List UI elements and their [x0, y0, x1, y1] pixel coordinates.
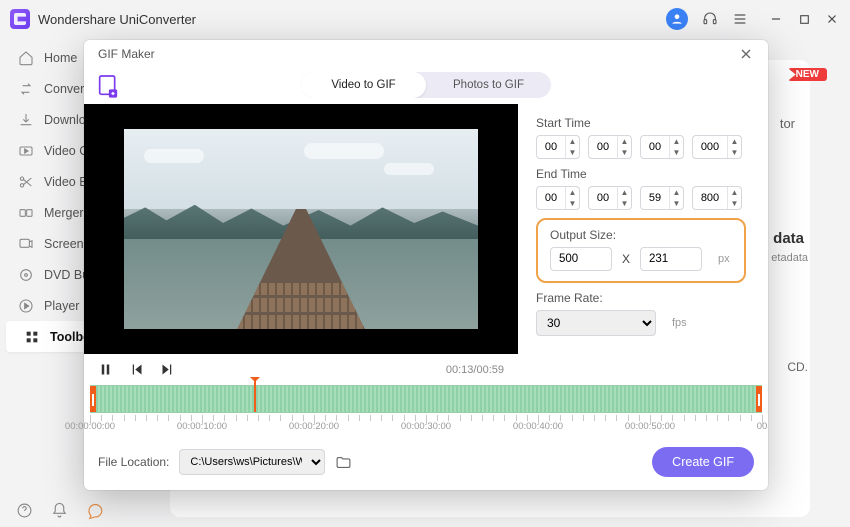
- chevron-up-icon: ▲: [569, 136, 577, 147]
- fps-label: fps: [672, 317, 687, 329]
- next-frame-button[interactable]: [160, 362, 175, 377]
- peek-text: CD.: [787, 360, 808, 374]
- compress-icon: [18, 143, 34, 159]
- timeline-track[interactable]: [90, 385, 762, 413]
- close-button[interactable]: [824, 11, 840, 27]
- timeline: 00:00:00:0000:00:10:0000:00:20:0000:00:3…: [84, 385, 768, 437]
- trim-start-handle[interactable]: [90, 386, 96, 412]
- end-ms-stepper[interactable]: ▲▼: [692, 186, 742, 210]
- minimize-button[interactable]: [768, 11, 784, 27]
- app-title: Wondershare UniConverter: [38, 12, 196, 27]
- title-bar: Wondershare UniConverter: [0, 0, 850, 38]
- merge-icon: [18, 205, 34, 221]
- time-display: 00:13/00:59: [446, 364, 504, 376]
- help-icon[interactable]: [16, 502, 33, 520]
- end-hh-stepper[interactable]: ▲▼: [536, 186, 580, 210]
- toolbox-icon: [24, 329, 40, 345]
- disc-icon: [18, 267, 34, 283]
- gif-icon: [98, 74, 118, 96]
- frame-rate-select[interactable]: 30: [536, 310, 656, 336]
- create-gif-button[interactable]: Create GIF: [652, 447, 754, 477]
- download-icon: [18, 112, 34, 128]
- play-icon: [18, 298, 34, 314]
- start-mm-stepper[interactable]: ▲▼: [588, 135, 632, 159]
- peek-text: etadata: [771, 252, 808, 264]
- start-ms-stepper[interactable]: ▲▼: [692, 135, 742, 159]
- frame-rate-label: Frame Rate:: [536, 291, 746, 305]
- trim-end-handle[interactable]: [756, 386, 762, 412]
- output-size-label: Output Size:: [550, 228, 732, 242]
- feedback-icon[interactable]: [86, 502, 104, 520]
- tab-photos-to-gif[interactable]: Photos to GIF: [426, 72, 551, 98]
- recorder-icon: [18, 236, 34, 252]
- sidebar-item-label: Home: [44, 51, 77, 65]
- output-size-group: Output Size: X px: [536, 218, 746, 283]
- px-label: px: [718, 253, 730, 265]
- dialog-footer: File Location: C:\Users\ws\Pictures\Wond…: [84, 437, 768, 477]
- sidebar-item-label: Player: [44, 299, 79, 313]
- pause-button[interactable]: [98, 362, 113, 377]
- tab-video-to-gif[interactable]: Video to GIF: [301, 72, 426, 98]
- home-icon: [18, 50, 34, 66]
- app-logo-icon: [10, 9, 30, 29]
- dialog-titlebar: GIF Maker: [84, 40, 768, 68]
- end-time-label: End Time: [536, 167, 746, 181]
- tab-segmented: Video to GIF Photos to GIF: [301, 72, 551, 98]
- chevron-down-icon: ▼: [569, 147, 577, 158]
- playhead[interactable]: [254, 377, 256, 412]
- file-location-select[interactable]: C:\Users\ws\Pictures\Wonders: [179, 449, 325, 475]
- peek-text: tor: [780, 116, 795, 131]
- sidebar-item-label: Merger: [44, 206, 84, 220]
- settings-panel: Start Time ▲▼ ▲▼ ▲▼ ▲▼ End Time ▲▼ ▲▼ ▲▼…: [532, 104, 768, 385]
- start-ss-stepper[interactable]: ▲▼: [640, 135, 684, 159]
- converter-icon: [18, 81, 34, 97]
- peek-text: data: [773, 230, 804, 247]
- menu-icon[interactable]: [732, 11, 748, 27]
- footer-bar: [16, 502, 104, 520]
- dialog-close-button[interactable]: [738, 46, 754, 62]
- dialog-title: GIF Maker: [98, 47, 155, 61]
- headset-icon[interactable]: [702, 11, 718, 27]
- video-preview[interactable]: [84, 104, 518, 354]
- end-mm-stepper[interactable]: ▲▼: [588, 186, 632, 210]
- playback-controls: 00:13/00:59: [84, 354, 518, 385]
- video-preview-column: 00:13/00:59: [84, 104, 518, 385]
- scissors-icon: [18, 174, 34, 190]
- start-hh-stepper[interactable]: ▲▼: [536, 135, 580, 159]
- start-time-label: Start Time: [536, 116, 746, 130]
- by-label: X: [622, 252, 630, 266]
- timeline-ruler: 00:00:00:0000:00:10:0000:00:20:0000:00:3…: [90, 415, 762, 437]
- open-folder-button[interactable]: [335, 454, 352, 471]
- gif-maker-dialog: GIF Maker Video to GIF Photos to GIF: [84, 40, 768, 490]
- file-location-label: File Location:: [98, 455, 169, 469]
- end-ss-stepper[interactable]: ▲▼: [640, 186, 684, 210]
- maximize-button[interactable]: [796, 11, 812, 27]
- bell-icon[interactable]: [51, 502, 68, 520]
- account-avatar[interactable]: [666, 8, 688, 30]
- output-height-field[interactable]: [640, 247, 702, 271]
- prev-frame-button[interactable]: [129, 362, 144, 377]
- output-width-field[interactable]: [550, 247, 612, 271]
